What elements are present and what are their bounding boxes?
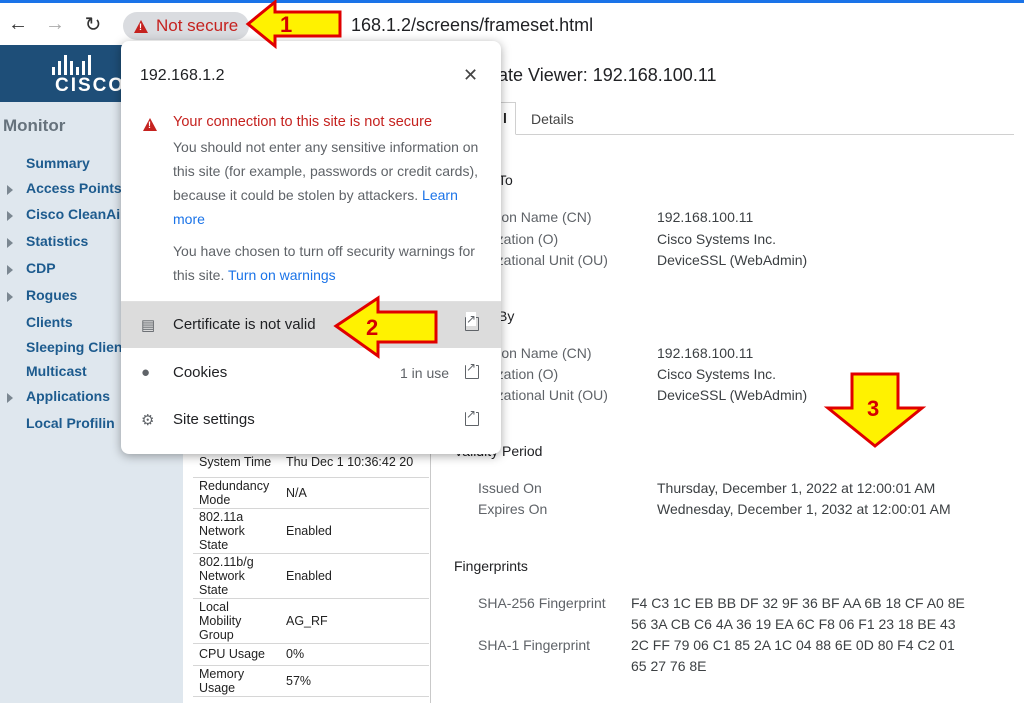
issued-to-cn: 192.168.100.11 [657, 209, 754, 225]
certificate-icon: ▤ [141, 317, 156, 334]
warning-icon [143, 118, 157, 131]
cisco-logo: CISCO [55, 75, 126, 96]
table-row: Redundancy Mode N/A [193, 477, 429, 509]
external-link-icon [465, 360, 479, 379]
tab-details[interactable]: Details [531, 111, 574, 127]
warning-icon [134, 19, 148, 33]
table-key: CPU Usage [193, 643, 280, 666]
site-settings-row-label: Site settings [173, 411, 255, 428]
sha1-line1: 2C FF 79 06 C1 85 2A 1C 04 88 6E 0D 80 F… [631, 637, 955, 653]
expand-arrow-icon[interactable] [7, 185, 13, 195]
table-key: Memory Usage [193, 665, 280, 697]
certificate-viewer: tate Viewer: 192.168.100.11 l Details To… [430, 45, 1024, 703]
fingerprints-heading: Fingerprints [454, 558, 528, 574]
security-chip-label: Not secure [156, 16, 239, 35]
controller-summary-table: System Time Thu Dec 1 10:36:42 20 Redundan… [193, 448, 429, 697]
expand-arrow-icon[interactable] [7, 265, 13, 275]
address-bar-url[interactable]: 168.1.2/screens/frameset.html [351, 15, 593, 36]
turn-on-warnings-link[interactable]: Turn on warnings [228, 267, 336, 283]
table-key: 802.11a Network State [193, 508, 280, 554]
sidebar-item[interactable]: Clients [26, 314, 73, 330]
popup-body: You should not enter any sensitive infor… [173, 135, 491, 231]
table-value: 0% [280, 643, 429, 666]
cookie-icon: ● [141, 364, 151, 381]
issued-by-cn: 192.168.100.11 [657, 345, 754, 361]
popup-warning-settings: You have chosen to turn off security war… [173, 239, 491, 287]
sidebar-item[interactable]: Access Points [26, 180, 122, 196]
sha256-line1: F4 C3 1C EB BB DF 32 9F 36 BF AA 6B 18 C… [631, 595, 965, 611]
expand-arrow-icon[interactable] [7, 393, 13, 403]
gear-icon: ⚙ [141, 412, 155, 429]
reload-icon: ↻ [84, 13, 102, 36]
sidebar-item[interactable]: CDP [26, 260, 56, 276]
table-key: Local Mobility Group [193, 598, 280, 644]
issued-to-o: Cisco Systems Inc. [657, 231, 777, 247]
cisco-bars-icon [52, 55, 94, 75]
table-value: AG_RF [280, 598, 429, 644]
table-value: 57% [280, 665, 429, 697]
table-value: N/A [280, 477, 429, 509]
security-chip[interactable]: Not secure [123, 12, 249, 40]
tab-general-label: l [503, 110, 507, 126]
table-row: Local Mobility Group AG_RF [193, 598, 429, 644]
external-link-icon [465, 312, 479, 331]
issued-by-o: Cisco Systems Inc. [657, 366, 777, 382]
popup-host: 192.168.1.2 [140, 67, 225, 84]
site-settings-row[interactable]: ⚙ Site settings [121, 397, 501, 443]
table-row: 802.11a Network State Enabled [193, 508, 429, 554]
arrow-left-icon: ← [8, 12, 28, 35]
back-button[interactable]: ← [4, 10, 32, 38]
close-icon: ✕ [463, 65, 479, 85]
cookies-count: 1 in use [400, 365, 450, 381]
expires-on-label: Expires On [478, 501, 548, 517]
table-key: 802.11b/g Network State [193, 553, 280, 599]
sha1-label: SHA-1 Fingerprint [478, 637, 591, 653]
table-key: Redundancy Mode [193, 477, 280, 509]
sidebar-item[interactable]: Multicast [26, 363, 87, 379]
certificate-row-label: Certificate is not valid [173, 316, 316, 333]
sidebar-item[interactable]: Rogues [26, 287, 77, 303]
sha1-line2: 65 27 76 8E [631, 658, 707, 674]
expand-arrow-icon[interactable] [7, 238, 13, 248]
cisco-header: CISCO [0, 45, 125, 102]
sidebar-item[interactable]: Applications [26, 388, 110, 404]
external-link-icon [465, 407, 479, 426]
site-info-popup: 192.168.1.2 ✕ Your connection to this si… [121, 41, 501, 454]
forward-button[interactable]: → [41, 10, 69, 38]
table-row: Memory Usage 57% [193, 665, 429, 697]
sidebar-section-title: Monitor [3, 116, 66, 135]
table-row: 802.11b/g Network State Enabled [193, 553, 429, 599]
cookies-row-label: Cookies [173, 364, 228, 381]
issued-by-ou: DeviceSSL (WebAdmin) [657, 387, 808, 403]
close-button[interactable]: ✕ [463, 65, 478, 86]
sha256-line2: 56 3A CB C6 4A 36 19 EA 6C F8 06 F1 23 1… [631, 616, 956, 632]
expires-on: Wednesday, December 1, 2032 at 12:00:01 … [657, 501, 951, 517]
table-value: Enabled [280, 553, 429, 599]
sidebar-item[interactable]: Cisco CleanAi [26, 206, 120, 222]
sidebar-item[interactable]: Statistics [26, 233, 88, 249]
browser-toolbar: ← → ↻ Not secure 168.1.2/screens/framese… [0, 3, 1024, 45]
popup-headline: Your connection to this site is not secu… [173, 114, 433, 130]
sidebar-item[interactable]: Summary [26, 155, 90, 171]
table-row: CPU Usage 0% [193, 643, 429, 666]
certificate-viewer-title: tate Viewer: 192.168.100.11 [493, 65, 717, 85]
expand-arrow-icon[interactable] [7, 211, 13, 221]
table-value: Enabled [280, 508, 429, 554]
issued-on-label: Issued On [478, 480, 542, 496]
certificate-row[interactable]: ▤ Certificate is not valid [121, 302, 501, 348]
issued-on: Thursday, December 1, 2022 at 12:00:01 A… [657, 480, 936, 496]
arrow-right-icon: → [45, 12, 65, 35]
certificate-tabs: l Details [454, 102, 1014, 135]
sidebar-item[interactable]: Sleeping Clien [26, 339, 122, 355]
cookies-row[interactable]: ● Cookies 1 in use [121, 350, 501, 396]
sha256-label: SHA-256 Fingerprint [478, 595, 606, 611]
reload-button[interactable]: ↻ [79, 10, 107, 38]
expand-arrow-icon[interactable] [7, 292, 13, 302]
issued-to-ou: DeviceSSL (WebAdmin) [657, 252, 808, 268]
sidebar-item[interactable]: Local Profilin [26, 415, 115, 431]
